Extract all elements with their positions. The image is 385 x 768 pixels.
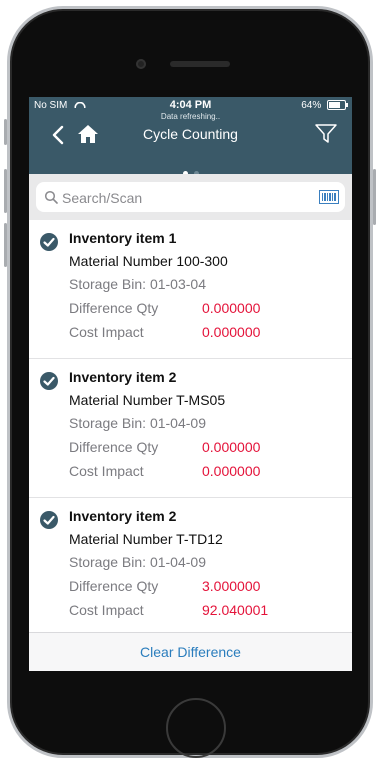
status-battery: 64%: [301, 100, 348, 111]
cost-impact-value: 0.000000: [202, 463, 261, 479]
cost-impact-label: Cost Impact: [69, 324, 144, 340]
search-field[interactable]: [36, 182, 345, 212]
home-button[interactable]: [166, 698, 226, 758]
difference-qty-value: 0.000000: [202, 439, 261, 455]
volume-up-button: [4, 169, 7, 213]
earpiece-speaker: [170, 61, 230, 67]
list-item[interactable]: Inventory item 2 Material Number T-TD12 …: [29, 498, 352, 635]
search-icon: [44, 190, 58, 204]
difference-qty-label: Difference Qty: [69, 439, 159, 455]
difference-qty-label: Difference Qty: [69, 300, 159, 316]
power-button: [373, 169, 376, 225]
difference-qty-value: 3.000000: [202, 578, 261, 594]
checkmark-circle-icon[interactable]: [40, 372, 58, 390]
search-input[interactable]: [60, 186, 314, 210]
search-bar: [29, 174, 352, 220]
battery-percent: 64%: [301, 100, 322, 111]
app-screen: No SIM 4:04 PM 64% Data refreshing.. Cyc…: [29, 97, 352, 671]
list-item[interactable]: Inventory item 1 Material Number 100-300…: [29, 220, 352, 359]
storage-bin: Storage Bin: 01-04-09: [69, 415, 206, 431]
material-number: Material Number 100-300: [69, 253, 228, 269]
footer-bar: Clear Difference: [29, 632, 352, 671]
app-header: No SIM 4:04 PM 64% Data refreshing.. Cyc…: [29, 97, 352, 176]
cost-impact-value: 92.040001: [202, 602, 269, 618]
checkmark-circle-icon[interactable]: [40, 233, 58, 251]
mute-switch: [4, 119, 7, 145]
material-number: Material Number T-MS05: [69, 392, 226, 408]
inventory-list: Inventory item 1 Material Number 100-300…: [29, 220, 352, 635]
clear-difference-button[interactable]: Clear Difference: [140, 644, 241, 660]
material-number: Material Number T-TD12: [69, 531, 223, 547]
item-title: Inventory item 1: [69, 230, 177, 246]
difference-qty-label: Difference Qty: [69, 578, 159, 594]
refresh-status: Data refreshing..: [160, 112, 221, 121]
filter-icon[interactable]: [315, 124, 337, 144]
cost-impact-value: 0.000000: [202, 324, 261, 340]
page-title: Cycle Counting: [143, 126, 238, 142]
cost-impact-label: Cost Impact: [69, 463, 144, 479]
storage-bin: Storage Bin: 01-04-09: [69, 554, 206, 570]
difference-qty-value: 0.000000: [202, 300, 261, 316]
cost-impact-label: Cost Impact: [69, 602, 144, 618]
storage-bin: Storage Bin: 01-03-04: [69, 276, 206, 292]
battery-icon: [327, 100, 348, 111]
item-title: Inventory item 2: [69, 369, 177, 385]
checkmark-circle-icon[interactable]: [40, 511, 58, 529]
barcode-icon[interactable]: [319, 190, 339, 204]
item-title: Inventory item 2: [69, 508, 177, 524]
list-item[interactable]: Inventory item 2 Material Number T-MS05 …: [29, 359, 352, 498]
front-camera: [136, 59, 146, 69]
volume-down-button: [4, 223, 7, 267]
